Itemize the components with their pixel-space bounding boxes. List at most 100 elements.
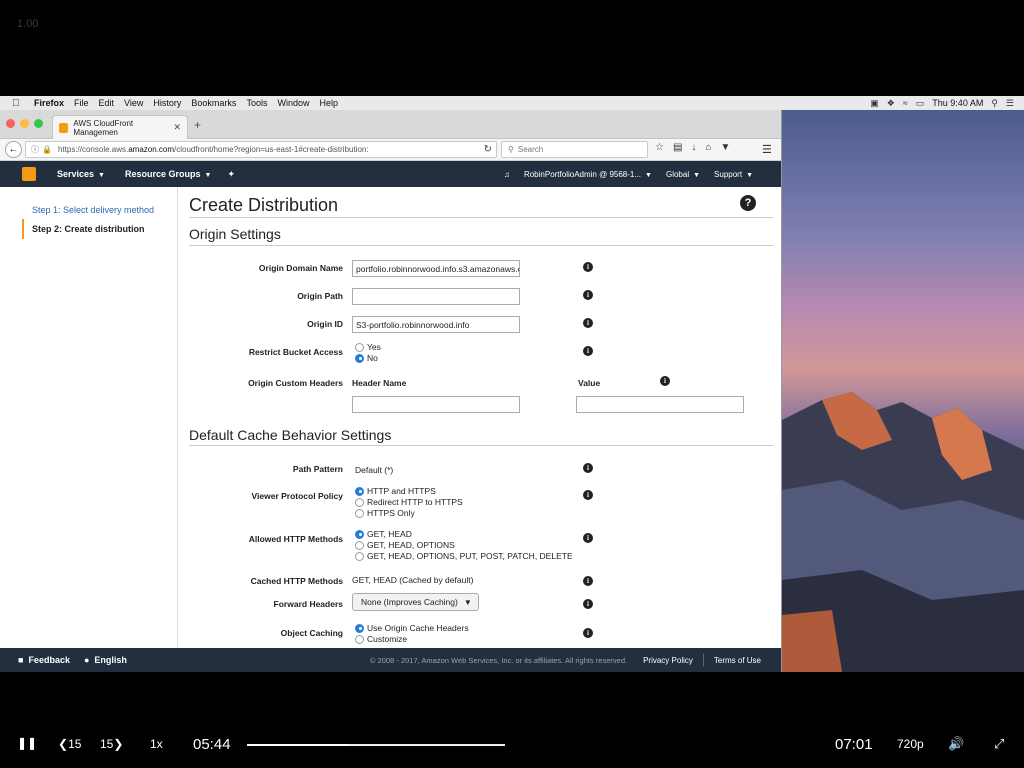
screen: 1.00  Firefox File Edit View History Bo… [0,0,1024,768]
radio-label: GET, HEAD, OPTIONS, PUT, POST, PATCH, DE… [367,551,573,561]
info-icon[interactable]: i [583,346,593,356]
menu-bookmarks[interactable]: Bookmarks [191,98,236,108]
info-icon[interactable]: i [583,490,593,500]
support-menu[interactable]: Support ▼ [714,170,753,179]
playback-speed-button[interactable]: 1x [150,737,163,751]
pocket-icon[interactable]: ▼ [720,142,730,153]
home-icon[interactable]: ⌂ [705,142,711,153]
step-1-link[interactable]: Step 1: Select delivery method [32,205,154,215]
quality-button[interactable]: 720p [897,737,924,751]
language-label: English [94,655,127,665]
back-button[interactable]: ← [5,141,22,158]
header-value-input[interactable] [576,396,744,413]
zoom-window-button[interactable] [34,119,43,128]
info-icon[interactable]: i [583,628,593,638]
forward-button[interactable]: 15❯ [100,737,123,751]
rewind-button[interactable]: ❮15 [58,737,81,751]
airplay-icon[interactable]: ▭ [916,98,925,109]
origin-id-input[interactable]: S3-portfolio.robinnorwood.info [352,316,520,333]
viewer-protocol-label: Viewer Protocol Policy [251,491,344,501]
screen-record-icon[interactable]: ▣ [870,98,879,109]
info-icon[interactable]: i [583,290,593,300]
radio-label: Customize [367,634,408,644]
viewer-protocol-http-https-radio[interactable]: HTTP and HTTPS [355,486,436,496]
info-icon[interactable]: i [583,533,593,543]
pin-icon[interactable]: ✦ [227,169,235,180]
info-icon[interactable]: i [583,318,593,328]
origin-path-label: Origin Path [297,291,343,301]
feedback-link[interactable]: ■ Feedback [18,655,70,665]
tab-title: AWS CloudFront Managemen [73,118,134,137]
allowed-methods-all-radio[interactable]: GET, HEAD, OPTIONS, PUT, POST, PATCH, DE… [355,551,573,561]
header-name-input[interactable] [352,396,520,413]
bookmark-star-icon[interactable]: ☆ [655,142,664,153]
resource-groups-menu[interactable]: Resource Groups ▼ [125,169,211,179]
chevron-down-icon: ▼ [204,172,212,179]
account-menu[interactable]: RobinPortfolioAdmin @ 9568-1... ▼ [524,170,652,179]
volume-icon[interactable]: 🔊 [948,736,964,752]
cache-behavior-heading: Default Cache Behavior Settings [189,427,392,443]
tab-aws-cloudfront[interactable]: AWS CloudFront Managemen ✕ [52,115,188,139]
pause-icon[interactable]: ❚❚ [17,736,37,750]
browser-menu-icon[interactable]: ☰ [762,143,772,156]
notification-center-icon[interactable]: ☰ [1006,98,1014,109]
help-icon[interactable]: ? [740,195,756,211]
viewer-protocol-https-only-radio[interactable]: HTTPS Only [355,508,415,518]
origin-id-label: Origin ID [307,319,343,329]
object-caching-origin-radio[interactable]: Use Origin Cache Headers [355,623,469,633]
info-icon[interactable]: ⓘ [31,144,39,155]
close-tab-icon[interactable]: ✕ [173,122,181,133]
info-icon[interactable]: i [583,463,593,473]
divider [189,217,773,218]
reload-icon[interactable]: ↻ [484,144,492,155]
chevron-down-icon: ▼ [693,171,701,179]
chat-bubble-icon: ■ [18,655,24,665]
new-tab-button[interactable]: + [194,118,201,132]
close-window-button[interactable] [6,119,15,128]
forward-headers-select[interactable]: None (Improves Caching) ▼ [352,593,479,611]
region-menu[interactable]: Global ▼ [666,170,700,179]
exit-fullscreen-icon[interactable]: ⤢ [994,736,1004,752]
apple-icon[interactable]:  [12,98,26,109]
privacy-policy-link[interactable]: Privacy Policy [643,656,693,665]
minimize-window-button[interactable] [20,119,29,128]
allowed-methods-label: Allowed HTTP Methods [248,534,343,544]
origin-path-input[interactable] [352,288,520,305]
info-icon[interactable]: i [583,576,593,586]
clock[interactable]: Thu 9:40 AM [932,98,983,108]
menu-view[interactable]: View [124,98,143,108]
allowed-methods-options-radio[interactable]: GET, HEAD, OPTIONS [355,540,455,550]
menu-help[interactable]: Help [319,98,338,108]
services-menu[interactable]: Services ▼ [57,169,105,179]
info-icon[interactable]: i [583,599,593,609]
language-selector[interactable]: ● English [84,655,127,665]
search-field[interactable]: ⚲ Search [501,141,648,158]
bell-icon[interactable]: ♫ [504,170,510,179]
restrict-yes-radio[interactable]: Yes [355,342,381,352]
progress-bar[interactable] [247,744,505,746]
menu-app-name[interactable]: Firefox [34,98,64,108]
aws-logo-icon[interactable] [22,167,36,181]
origin-domain-input[interactable]: portfolio.robinnorwood.info.s3.amazonaws… [352,260,520,277]
viewer-protocol-redirect-radio[interactable]: Redirect HTTP to HTTPS [355,497,463,507]
menu-tools[interactable]: Tools [246,98,267,108]
url-bar[interactable]: ⓘ 🔒 https://console.aws. amazon.com/cloud… [25,141,497,158]
url-domain: amazon.com [128,145,175,154]
region-label: Global [665,169,690,179]
menu-file[interactable]: File [74,98,89,108]
terms-of-use-link[interactable]: Terms of Use [714,656,761,665]
info-icon[interactable]: i [660,376,670,386]
menu-window[interactable]: Window [277,98,309,108]
allowed-methods-get-head-radio[interactable]: GET, HEAD [355,529,412,539]
restrict-no-radio[interactable]: No [355,353,378,363]
clipboard-icon[interactable]: ▤ [673,142,682,153]
download-icon[interactable]: ↓ [691,142,696,153]
object-caching-customize-radio[interactable]: Customize [355,634,407,644]
menu-history[interactable]: History [153,98,181,108]
info-icon[interactable]: i [583,262,593,272]
browser-window: AWS CloudFront Managemen ✕ + ← ⓘ 🔒 https… [0,110,782,672]
menu-edit[interactable]: Edit [99,98,115,108]
wifi-icon[interactable]: ≈ [903,98,908,108]
spotlight-search-icon[interactable]: ⚲ [991,98,998,109]
dropbox-icon[interactable]: ❖ [887,98,895,109]
